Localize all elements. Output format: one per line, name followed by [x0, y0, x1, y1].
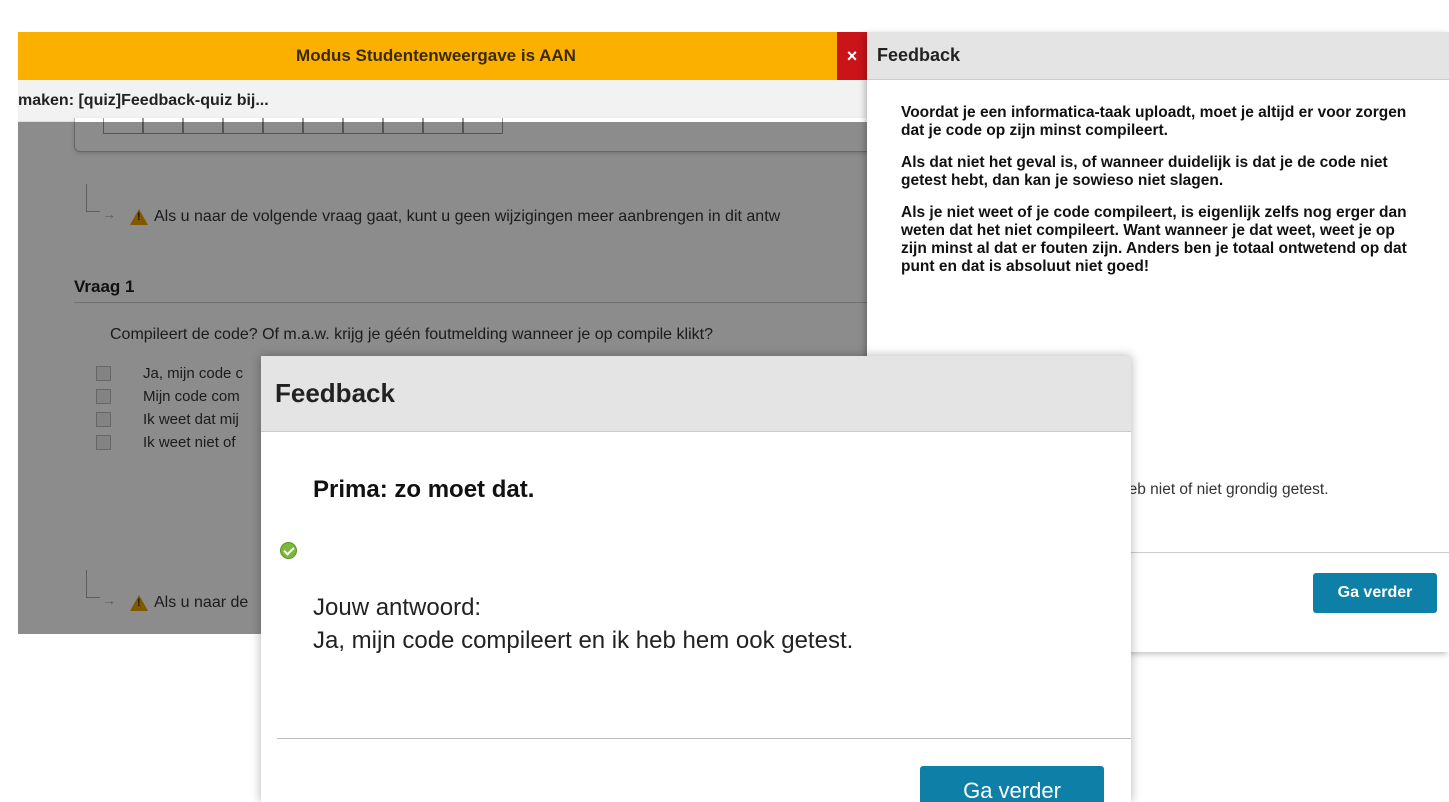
feedback-paragraph: Als dat niet het geval is, of wanneer du… — [901, 154, 1388, 189]
panel-title: Feedback — [867, 32, 1449, 80]
feedback-paragraph: Voordat je een informatica-taak uploadt,… — [901, 104, 1407, 139]
student-view-banner: Modus Studentenweergave is AAN — [18, 32, 838, 80]
answer-value: Ja, mijn code compileert en ik heb hem o… — [313, 627, 854, 654]
breadcrumb[interactable]: maken: [quiz]Feedback-quiz bij... — [18, 80, 888, 122]
close-icon[interactable]: × — [837, 32, 867, 80]
feedback-paragraph: Als je niet weet of je code compileert, … — [901, 204, 1407, 275]
continue-button[interactable]: Ga verder — [920, 766, 1104, 802]
divider — [277, 738, 1131, 739]
feedback-headline: Prima: zo moet dat. — [313, 476, 535, 503]
continue-button[interactable]: Ga verder — [1313, 573, 1437, 613]
answer-label: Jouw antwoord: — [313, 594, 482, 621]
feedback-modal: Feedback Prima: zo moet dat. Jouw antwoo… — [261, 356, 1131, 802]
check-circle-icon — [280, 542, 297, 559]
modal-title: Feedback — [261, 356, 1131, 432]
feedback-text: Voordat je een informatica-taak uploadt,… — [867, 80, 1449, 276]
